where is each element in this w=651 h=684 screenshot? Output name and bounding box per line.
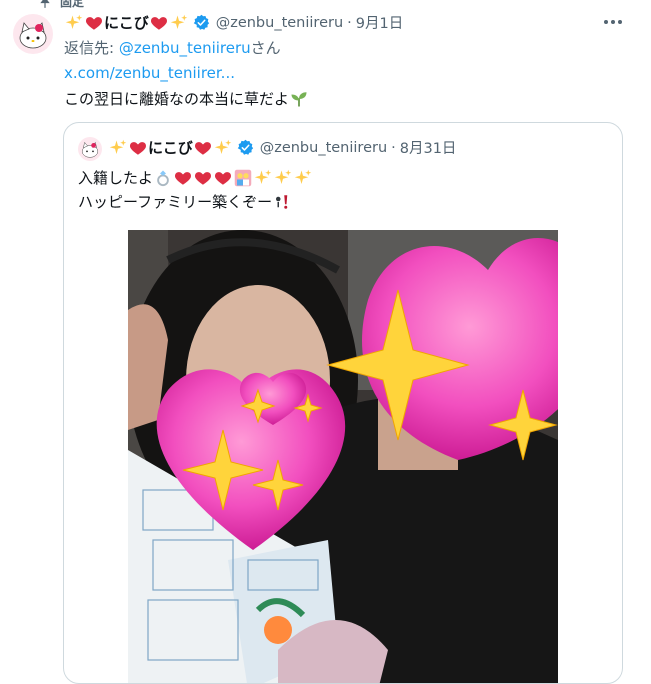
- sparkles-icon: [294, 169, 312, 187]
- reply-to: 返信先: @zenbu_teniireruさん: [64, 37, 281, 58]
- heart-icon: [194, 169, 212, 187]
- couple-icon: [234, 169, 252, 186]
- sparkles-icon: [254, 169, 272, 187]
- dot-separator: ·: [391, 139, 396, 156]
- pinned-label: 固定: [60, 0, 85, 9]
- quote-handle: @zenbu_teniireru: [259, 139, 388, 156]
- heart-icon: [85, 14, 103, 32]
- quote-display-name-text: にこび: [148, 139, 193, 157]
- tweet-text-content: この翌日に離婚なの本当に草だよ: [64, 90, 290, 108]
- heart-icon: [129, 139, 147, 157]
- sparkles-icon: [214, 139, 232, 157]
- quote-avatar[interactable]: [78, 137, 102, 161]
- ring-icon: [157, 170, 169, 186]
- avatar[interactable]: [13, 14, 53, 54]
- handle[interactable]: @zenbu_teniireru: [216, 15, 343, 31]
- exclamation-icon: [276, 194, 288, 209]
- display-name[interactable]: にこび: [64, 12, 189, 33]
- heart-icon: [174, 169, 192, 187]
- heart-icon: [150, 14, 168, 32]
- hello-kitty-avatar-image: [19, 22, 47, 49]
- dot-separator: ·: [347, 14, 352, 31]
- quote-photo[interactable]: [128, 230, 558, 683]
- tweet-date[interactable]: 9月1日: [356, 12, 403, 33]
- quote-text-line2: ハッピーファミリー築くぞー: [78, 191, 292, 212]
- quote-line2-text: ハッピーファミリー築くぞー: [78, 193, 273, 211]
- sparkles-icon: [170, 14, 188, 32]
- sparkles-icon: [65, 14, 83, 32]
- quote-text-line1: 入籍したよ: [78, 167, 313, 188]
- display-name-text: にこび: [104, 14, 149, 32]
- selfie-photo-with-sticker-overlays: [128, 230, 558, 683]
- quote-line1-text: 入籍したよ: [78, 169, 154, 187]
- quote-tweet-card[interactable]: にこび @zenbu_teniireru · 8月31日 入籍したよ ハッピーフ…: [63, 122, 623, 684]
- quote-header: にこび @zenbu_teniireru · 8月31日: [108, 137, 456, 158]
- quote-date: 8月31日: [399, 141, 457, 157]
- verified-badge-icon: [237, 139, 254, 156]
- verified-badge-icon: [193, 14, 210, 31]
- reply-prefix: 返信先:: [64, 39, 119, 57]
- quote-display-name: にこび: [108, 137, 233, 158]
- tweet-text: この翌日に離婚なの本当に草だよ: [64, 88, 309, 109]
- reply-handle-link[interactable]: @zenbu_teniireru: [119, 39, 251, 57]
- reply-suffix: さん: [250, 39, 281, 57]
- sparkles-icon: [274, 169, 292, 187]
- pin-icon: [40, 0, 50, 8]
- sparkles-icon: [109, 139, 127, 157]
- hello-kitty-avatar-image: [81, 141, 99, 158]
- tweet-header: にこび @zenbu_teniireru · 9月1日: [64, 12, 403, 33]
- more-icon[interactable]: [601, 12, 625, 32]
- heart-icon: [194, 139, 212, 157]
- seedling-icon: [291, 91, 307, 106]
- pinned-indicator: 固定: [38, 0, 84, 10]
- heart-icon: [214, 169, 232, 187]
- tweet-link[interactable]: x.com/zenbu_teniirer...: [64, 64, 235, 82]
